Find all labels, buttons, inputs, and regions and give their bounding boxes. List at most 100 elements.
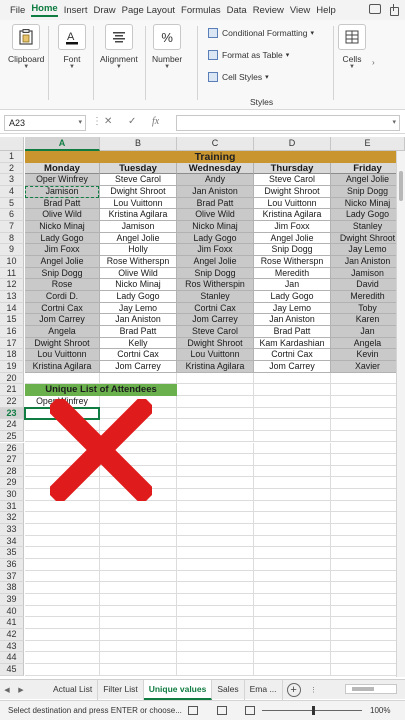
- horizontal-scrollbar[interactable]: [345, 684, 397, 694]
- grid-cell[interactable]: [331, 640, 405, 653]
- data-cell[interactable]: Andy: [177, 174, 254, 186]
- tab-ema[interactable]: Ema ...: [245, 679, 283, 700]
- data-cell[interactable]: Jom Carrey: [177, 314, 254, 326]
- row-header-38[interactable]: 38: [0, 582, 24, 595]
- insert-function-icon[interactable]: fx: [152, 116, 159, 127]
- grid-cell[interactable]: [100, 594, 177, 606]
- column-header-b[interactable]: B: [100, 137, 177, 151]
- grid-cell[interactable]: [100, 535, 177, 548]
- grid-cell[interactable]: [331, 372, 405, 385]
- data-cell[interactable]: Brad Patt: [254, 325, 331, 338]
- row-header-1[interactable]: 1: [0, 151, 24, 163]
- row-header-37[interactable]: 37: [0, 570, 24, 583]
- grid-cell[interactable]: [254, 512, 331, 525]
- row-header-29[interactable]: 29: [0, 477, 24, 490]
- data-cell[interactable]: Oper Winfrey: [25, 174, 100, 186]
- grid-cell[interactable]: [331, 454, 405, 466]
- training-title-cell[interactable]: Training: [25, 151, 405, 163]
- row-header-40[interactable]: 40: [0, 605, 24, 618]
- data-cell[interactable]: Olive Wild: [25, 209, 100, 221]
- row-header-32[interactable]: 32: [0, 512, 24, 525]
- row-header-7[interactable]: 7: [0, 220, 24, 233]
- grid-cell[interactable]: [331, 594, 405, 606]
- data-cell[interactable]: Lady Gogo: [331, 209, 405, 221]
- data-cell[interactable]: Dwight Shroot: [254, 185, 331, 198]
- row-header-9[interactable]: 9: [0, 244, 24, 256]
- grid-cell[interactable]: [177, 489, 254, 501]
- data-cell[interactable]: Kristina Agilara: [100, 209, 177, 221]
- data-cell[interactable]: Holly: [100, 244, 177, 256]
- row-header-36[interactable]: 36: [0, 559, 24, 571]
- data-cell[interactable]: Steve Carol: [177, 325, 254, 338]
- grid-cell[interactable]: [331, 419, 405, 431]
- data-cell[interactable]: Jim Foxx: [25, 244, 100, 256]
- data-cell[interactable]: Nicko Minaj: [331, 197, 405, 210]
- data-cell[interactable]: Lou Vuittonn: [254, 197, 331, 210]
- grid-cell[interactable]: [25, 559, 100, 571]
- grid-cell[interactable]: [177, 582, 254, 595]
- data-cell[interactable]: David: [331, 279, 405, 291]
- grid-cell[interactable]: [331, 465, 405, 478]
- data-cell[interactable]: Nicko Minaj: [177, 220, 254, 233]
- grid-cell[interactable]: [177, 430, 254, 443]
- grid-cell[interactable]: [100, 512, 177, 525]
- data-cell[interactable]: Jom Carrey: [100, 360, 177, 373]
- grid-cell[interactable]: [177, 629, 254, 641]
- data-cell[interactable]: Karen: [331, 314, 405, 326]
- data-cell[interactable]: Jamison: [331, 267, 405, 280]
- grid-cell[interactable]: [25, 594, 100, 606]
- zoom-level[interactable]: 100%: [370, 706, 390, 715]
- menu-review[interactable]: Review: [253, 5, 284, 16]
- grid-cell[interactable]: [254, 500, 331, 513]
- data-cell[interactable]: Xavier: [331, 360, 405, 373]
- grid-cell[interactable]: [25, 617, 100, 630]
- menu-draw[interactable]: Draw: [93, 5, 115, 16]
- grid-cell[interactable]: [254, 629, 331, 641]
- row-header-3[interactable]: 3: [0, 174, 24, 186]
- grid-cell[interactable]: [25, 570, 100, 583]
- grid-cell[interactable]: [331, 512, 405, 525]
- row-header-4[interactable]: 4: [0, 185, 24, 198]
- data-cell[interactable]: Jay Lemo: [331, 244, 405, 256]
- data-cell[interactable]: Stanley: [331, 220, 405, 233]
- grid-cell[interactable]: [25, 547, 100, 560]
- data-cell[interactable]: Steve Carol: [100, 174, 177, 186]
- grid-cell[interactable]: [254, 594, 331, 606]
- data-cell[interactable]: Jom Carrey: [254, 360, 331, 373]
- data-cell[interactable]: Olive Wild: [100, 267, 177, 280]
- grid-cell[interactable]: [331, 605, 405, 618]
- grid-cell[interactable]: [331, 524, 405, 536]
- column-header-e[interactable]: E: [331, 137, 405, 151]
- grid-cell[interactable]: [254, 419, 331, 431]
- row-header-28[interactable]: 28: [0, 465, 24, 478]
- name-box[interactable]: A23 ▾: [4, 115, 86, 131]
- data-cell[interactable]: Jim Foxx: [177, 244, 254, 256]
- tab-actual-list[interactable]: Actual List: [48, 679, 99, 700]
- grid-cell[interactable]: [331, 500, 405, 513]
- share-icon[interactable]: [387, 4, 399, 16]
- grid-cell[interactable]: [254, 547, 331, 560]
- grid-cell[interactable]: [25, 640, 100, 653]
- row-header-35[interactable]: 35: [0, 547, 24, 560]
- data-cell[interactable]: Dwight Shroot: [331, 232, 405, 245]
- grid-cell[interactable]: [177, 640, 254, 653]
- data-cell[interactable]: Kristina Agilara: [177, 360, 254, 373]
- data-cell[interactable]: Jan Aniston: [254, 314, 331, 326]
- row-header-2[interactable]: 2: [0, 162, 24, 175]
- data-cell[interactable]: Angela: [25, 325, 100, 338]
- data-cell[interactable]: Cortni Cax: [25, 302, 100, 315]
- column-header-a[interactable]: A: [25, 137, 100, 151]
- tab-next-icon[interactable]: ▶: [14, 686, 28, 694]
- tab-more-icon[interactable]: ⋮: [307, 686, 321, 694]
- grid-cell[interactable]: [100, 524, 177, 536]
- cell-styles-button[interactable]: Cell Styles ▾: [208, 72, 269, 82]
- alignment-group[interactable]: Alignment ▼: [100, 24, 138, 71]
- data-cell[interactable]: Angel Jolie: [254, 232, 331, 245]
- grid-cell[interactable]: [177, 605, 254, 618]
- zoom-slider-thumb[interactable]: [312, 706, 315, 715]
- grid-cell[interactable]: [177, 384, 254, 396]
- row-header-10[interactable]: 10: [0, 255, 24, 268]
- grid-cell[interactable]: [177, 407, 254, 420]
- grid-cell[interactable]: [331, 489, 405, 501]
- row-header-25[interactable]: 25: [0, 430, 24, 443]
